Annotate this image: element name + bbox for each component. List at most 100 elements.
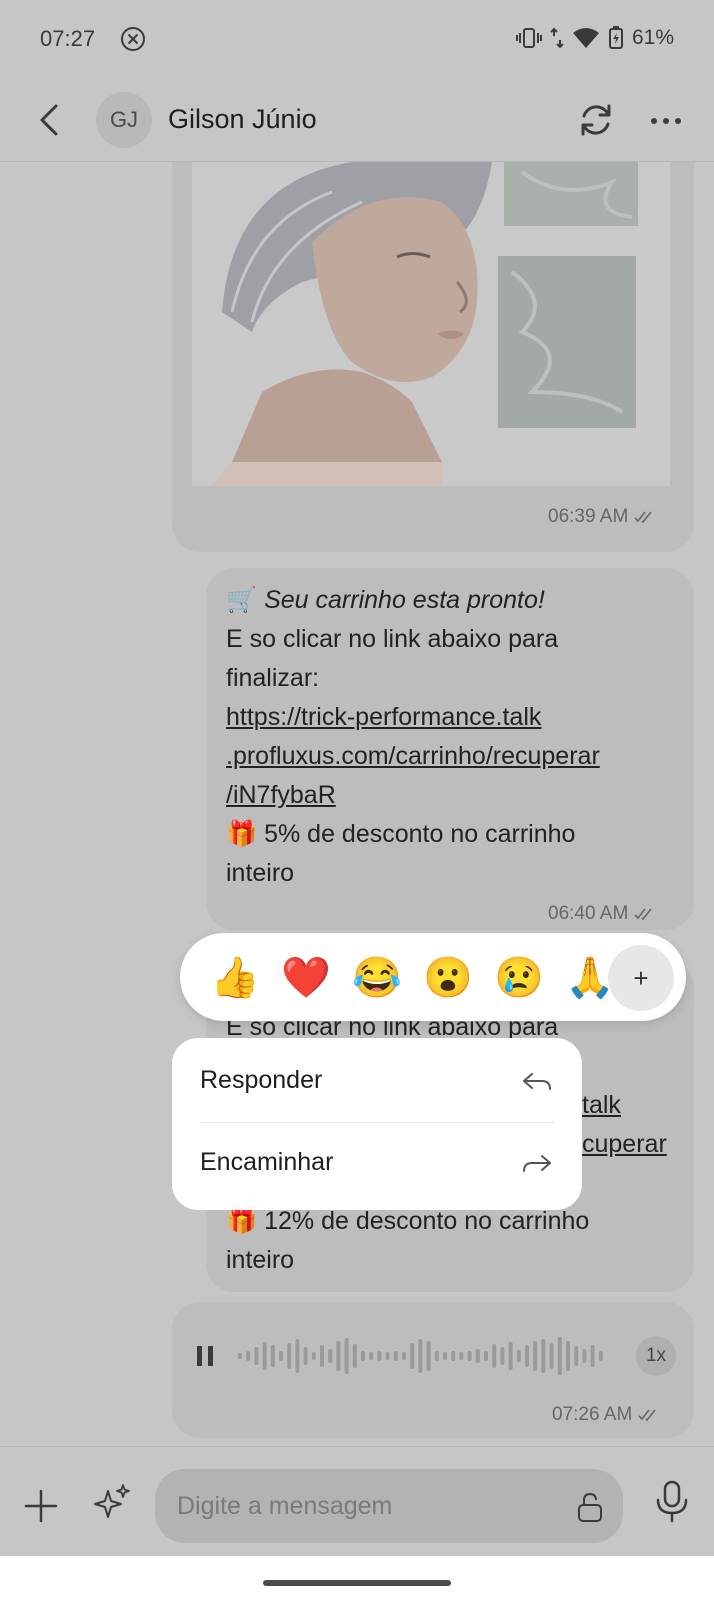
forward-menu-item[interactable]: Encaminhar <box>172 1124 582 1204</box>
product-image[interactable] <box>192 162 670 486</box>
waveform-bar <box>525 1345 529 1367</box>
waveform-bar <box>590 1345 595 1367</box>
waveform-bar <box>598 1351 603 1361</box>
message-input-container <box>155 1469 623 1543</box>
sparkle-icon[interactable] <box>90 1481 134 1525</box>
microphone-icon[interactable] <box>652 1479 692 1525</box>
navigation-area <box>0 1556 714 1599</box>
recovery-link[interactable]: /iN7fybaR <box>226 781 336 809</box>
product-photo-graphic <box>192 162 670 486</box>
playback-speed-button[interactable]: 1x <box>636 1336 676 1376</box>
reaction-laugh[interactable]: 😂 <box>342 942 412 1012</box>
recovery-link-fragment[interactable]: cuperar <box>582 1125 667 1164</box>
menu-divider <box>200 1122 554 1123</box>
waveform-bar <box>393 1351 398 1361</box>
waveform-bar <box>508 1342 513 1370</box>
waveform-bar <box>492 1344 497 1368</box>
recovery-link-fragment[interactable]: talk <box>582 1086 621 1125</box>
waveform-bar <box>385 1352 390 1360</box>
waveform-bar <box>410 1343 415 1369</box>
battery-percent: 61% <box>631 26 674 49</box>
status-bar: 07:27 61% <box>0 0 714 80</box>
double-check-icon <box>634 908 652 921</box>
message-timestamp: 06:39 AM <box>548 506 658 528</box>
waveform-bar <box>287 1343 292 1369</box>
waveform-bar <box>443 1352 447 1360</box>
message-input[interactable] <box>177 1469 557 1543</box>
reply-icon <box>523 1073 551 1090</box>
image-message-bubble[interactable]: 06:39 AM <box>172 162 694 552</box>
waveform-bar <box>541 1339 546 1373</box>
reply-menu-item[interactable]: Responder <box>172 1042 582 1122</box>
waveform-bar <box>574 1346 579 1366</box>
waveform-bar <box>270 1345 275 1367</box>
cart-emoji: 🛒 <box>226 586 258 614</box>
waveform-bar <box>459 1352 464 1360</box>
waveform-bar <box>303 1347 308 1365</box>
waveform-bar <box>582 1349 587 1363</box>
recovery-link[interactable]: https://trick-performance.talk <box>226 703 541 731</box>
gift-emoji: 🎁 <box>226 820 258 848</box>
avatar[interactable]: GJ <box>96 92 152 148</box>
forward-icon <box>523 1155 551 1172</box>
status-time: 07:27 <box>40 26 96 51</box>
waveform-bar <box>295 1339 300 1373</box>
more-reactions-button[interactable]: + <box>608 945 674 1011</box>
message-timestamp: 06:40 AM <box>548 903 658 925</box>
recovery-link[interactable]: .profluxus.com/carrinho/recuperar <box>226 742 600 770</box>
message-line: E so clicar no link abaixo para <box>226 625 559 653</box>
chat-header: GJ Gilson Júnio <box>0 80 714 162</box>
waveform-bar <box>500 1347 505 1365</box>
forward-label: Encaminhar <box>200 1148 334 1176</box>
gift-emoji: 🎁 <box>226 1207 258 1235</box>
waveform-bar <box>516 1350 521 1362</box>
vibrate-icon <box>515 28 542 48</box>
lock-icon[interactable] <box>575 1491 605 1523</box>
reaction-thumbs-up[interactable]: 👍 <box>200 942 270 1012</box>
contact-name[interactable]: Gilson Júnio <box>168 104 317 135</box>
message-line: finalizar: <box>226 664 320 692</box>
waveform-bar <box>254 1347 259 1365</box>
refresh-icon[interactable] <box>574 98 618 142</box>
waveform-bar <box>377 1351 382 1361</box>
more-options-icon[interactable] <box>646 106 686 136</box>
composer-bar <box>0 1446 714 1556</box>
message-context-menu: Responder Encaminhar <box>172 1038 582 1210</box>
waveform-bar <box>475 1349 480 1363</box>
home-indicator[interactable] <box>263 1580 451 1586</box>
waveform-bar <box>549 1343 554 1369</box>
message-headline: Seu carrinho esta pronto! <box>264 586 545 614</box>
message-timestamp: 07:26 AM <box>552 1404 662 1426</box>
waveform-bar <box>484 1351 488 1361</box>
plus-icon[interactable] <box>22 1487 60 1525</box>
close-circle-icon <box>121 27 145 51</box>
waveform-bar <box>279 1351 283 1361</box>
message-line: inteiro <box>226 859 295 887</box>
waveform-bar <box>238 1353 242 1359</box>
waveform-bar <box>352 1344 357 1368</box>
waveform-bar <box>426 1341 431 1371</box>
reaction-wow[interactable]: 😮 <box>413 942 483 1012</box>
message-text: 🛒 Seu carrinho esta pronto! E so clicar … <box>226 581 600 893</box>
waveform-bar <box>418 1339 423 1373</box>
waveform-bar <box>328 1349 333 1363</box>
waveform-bar <box>467 1351 472 1361</box>
message-line-cart: 🛒 Seu carrinho esta pronto! <box>226 581 600 620</box>
status-icons: 61% <box>515 26 674 50</box>
reaction-heart[interactable]: ❤️ <box>271 942 341 1012</box>
waveform-bar <box>336 1341 341 1371</box>
back-arrow-icon[interactable] <box>30 98 70 142</box>
double-check-icon <box>634 511 652 524</box>
waveform-bar <box>344 1338 349 1374</box>
waveform-bar <box>369 1352 374 1360</box>
audio-waveform[interactable] <box>238 1336 618 1376</box>
reaction-sad[interactable]: 😢 <box>484 942 554 1012</box>
reaction-bar: 👍 ❤️ 😂 😮 😢 🙏 + <box>180 933 686 1021</box>
pause-icon[interactable] <box>194 1344 218 1368</box>
waveform-bar <box>361 1351 365 1361</box>
data-arrows-icon <box>550 27 564 49</box>
waveform-bar <box>533 1341 538 1371</box>
waveform-bar <box>557 1337 562 1375</box>
waveform-bar <box>262 1342 267 1370</box>
wifi-icon <box>572 28 599 48</box>
